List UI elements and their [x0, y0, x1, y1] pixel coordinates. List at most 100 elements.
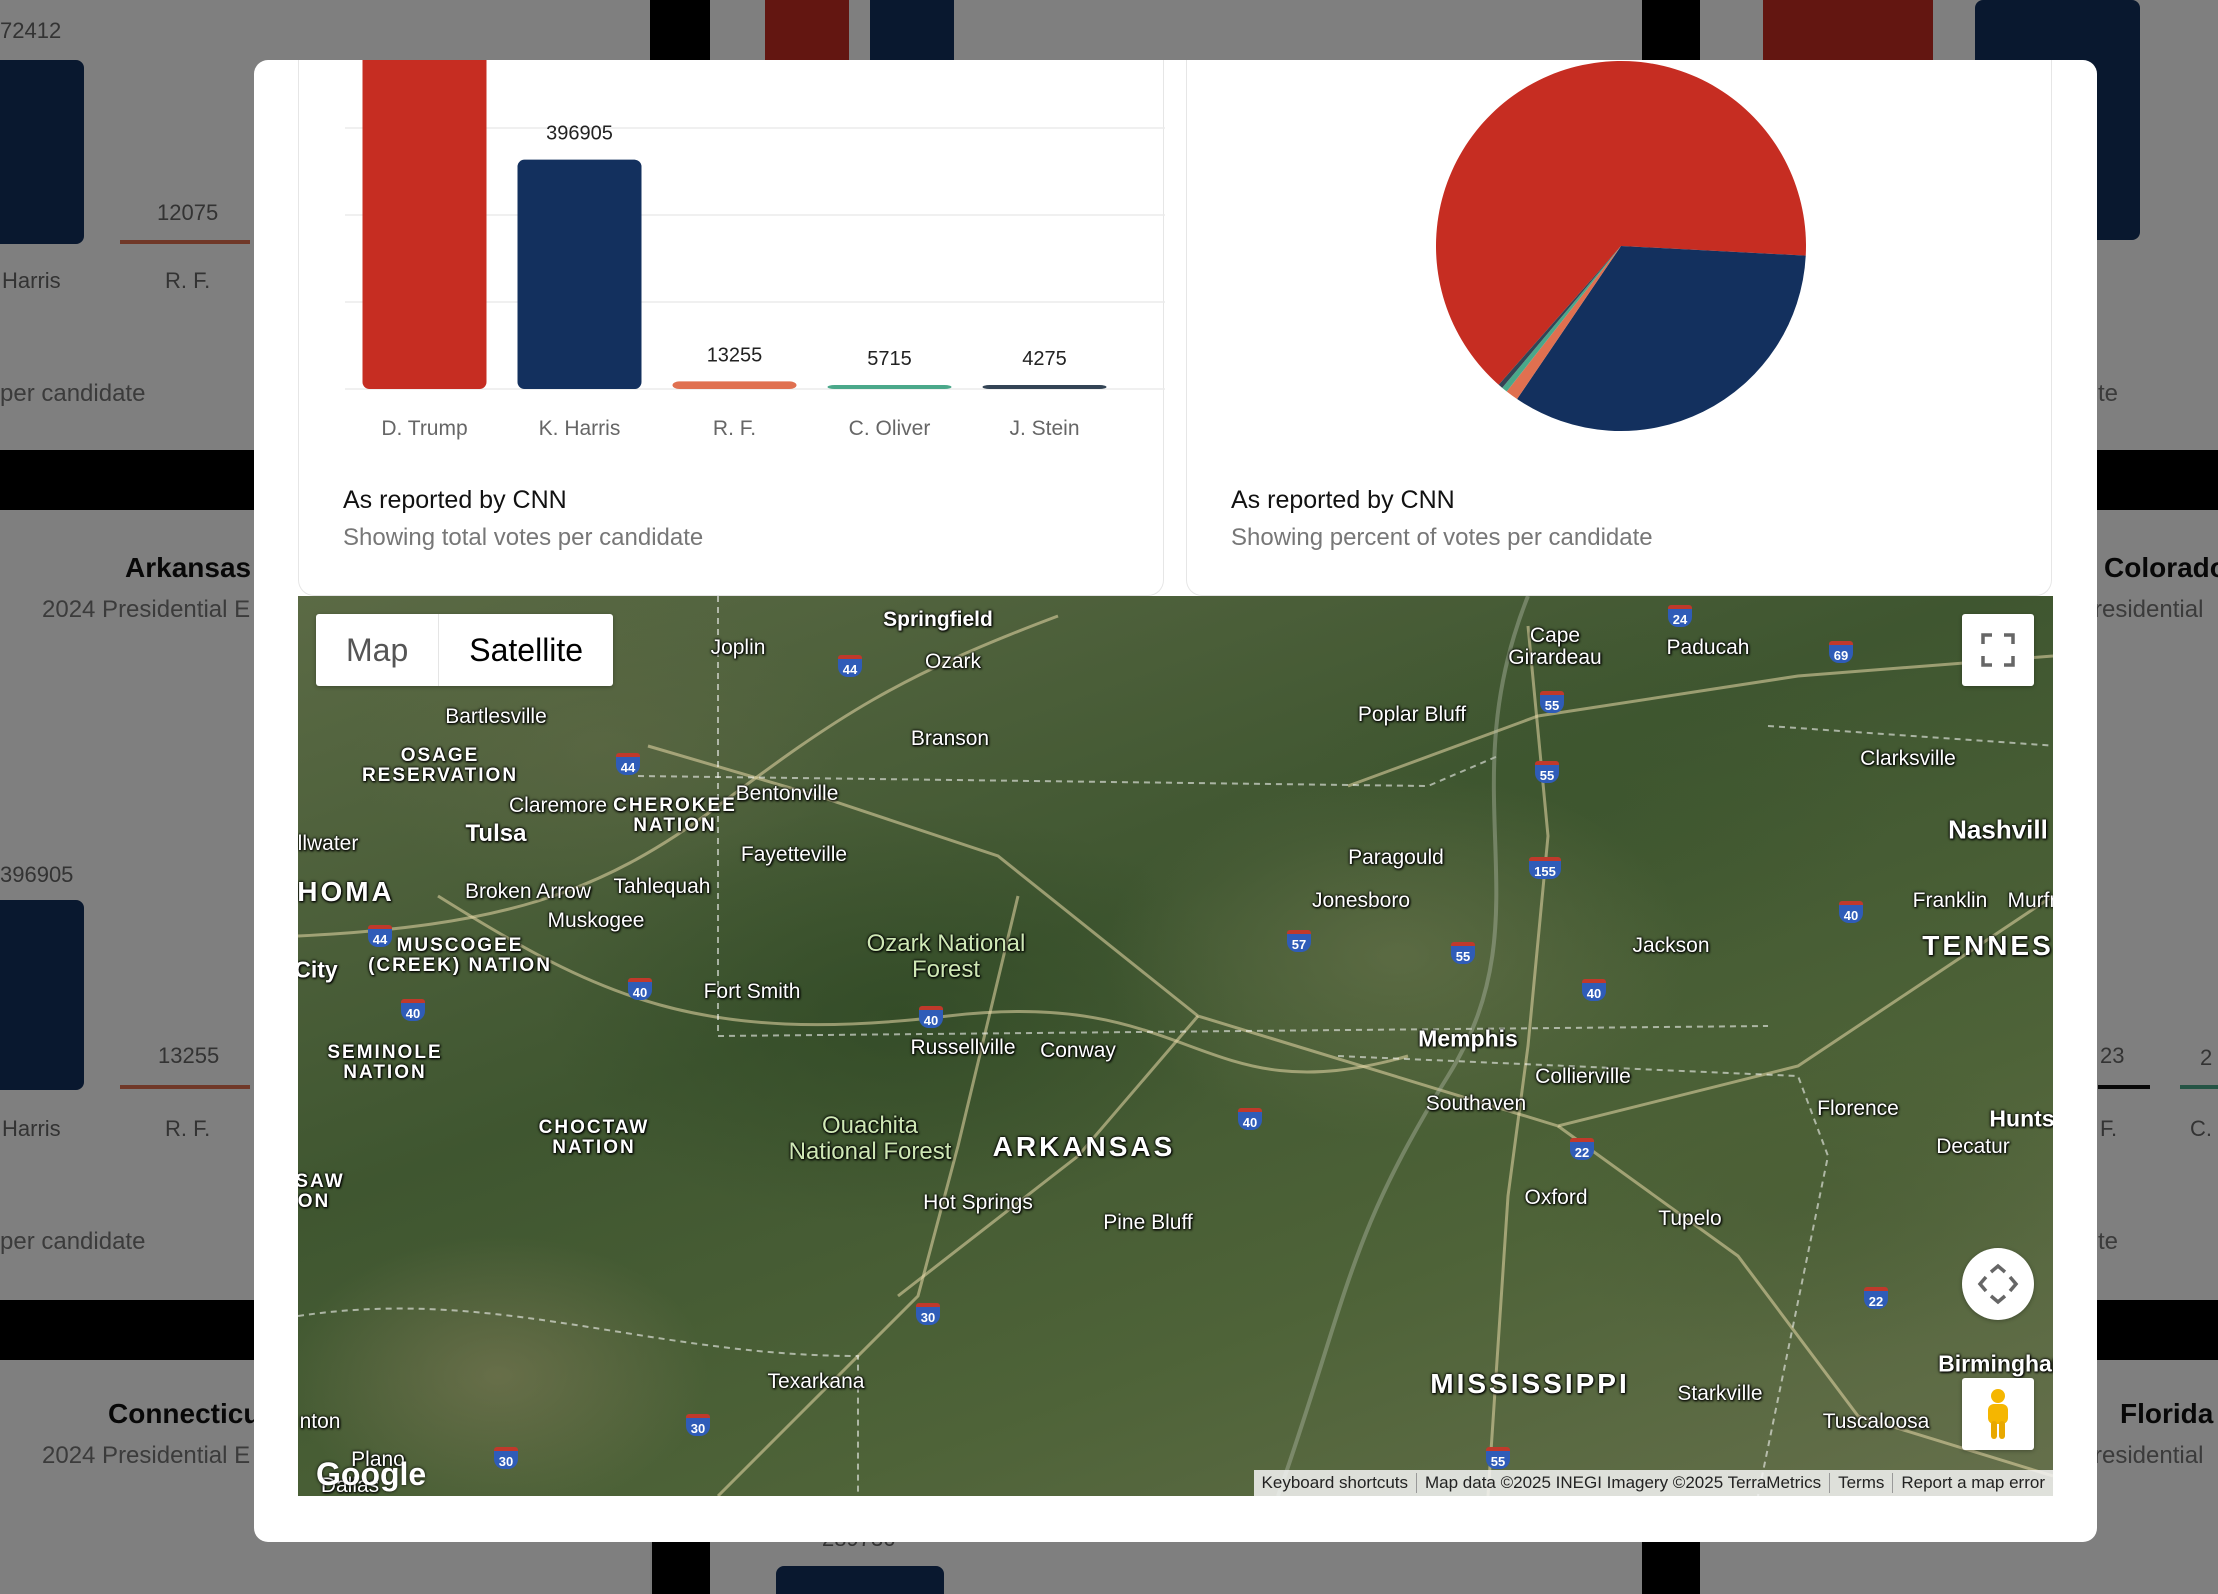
map-type-satellite-button[interactable]: Satellite — [438, 614, 613, 686]
map-place-label: Starkville — [1677, 1382, 1763, 1405]
map-place-label: Jackson — [1632, 934, 1710, 957]
map-place-label: Texarkana — [767, 1370, 865, 1393]
map-roads — [298, 596, 2053, 1496]
map-region-label: NATION — [343, 1062, 427, 1083]
bar-category-label: J. Stein — [1009, 417, 1079, 440]
map-place-label: Nashvill — [1948, 814, 2048, 845]
interstate-shield: 69 — [1829, 641, 1853, 663]
map-region-label: MUSCOGEE — [396, 935, 524, 956]
report-map-error-link[interactable]: Report a map error — [1892, 1473, 2053, 1493]
map-place-label: Decatur — [1936, 1135, 2010, 1158]
interstate-shield: 40 — [1582, 979, 1606, 1001]
state-detail-modal: D. Trump 396905 K. Harris 13255 R. F. 5715 C. … — [254, 60, 2097, 1542]
map-place-label: Russellville — [910, 1036, 1016, 1059]
bar-j-stein[interactable] — [982, 385, 1107, 389]
interstate-shield: 30 — [494, 1447, 518, 1469]
map-region-label: NATION — [633, 815, 717, 836]
map-place-label: Broken Arrow — [464, 880, 592, 903]
interstate-shield: 44 — [368, 925, 392, 947]
map-attribution-bar: Keyboard shortcuts Map data ©2025 INEGI … — [1253, 1470, 2053, 1496]
map-place-label: Joplin — [710, 636, 766, 659]
map-forest-label: Ouachita — [821, 1112, 919, 1139]
map-state-label: MISSISSIPPI — [1430, 1368, 1630, 1399]
bar-chart-note: Showing total votes per candidate — [343, 524, 704, 551]
map-type-control: Map Satellite — [316, 614, 614, 686]
map-place-label: Conway — [1040, 1039, 1116, 1062]
map-place-label: Fayetteville — [740, 843, 848, 866]
bar-category-label: C. Oliver — [849, 417, 931, 440]
map-region-label: CHOCTAW — [538, 1117, 650, 1138]
interstate-shield: 55 — [1486, 1447, 1510, 1469]
interstate-shield: 24 — [1668, 605, 1692, 627]
bar-value-label: 4275 — [1022, 348, 1067, 370]
interstate-shield: 40 — [628, 978, 652, 1000]
map-region-label: SEMINOLE — [327, 1042, 443, 1063]
bar-k-harris[interactable] — [517, 159, 642, 389]
interstate-shield: 22 — [1864, 1287, 1888, 1309]
map-place-label: Cape — [1529, 624, 1581, 647]
map-place-label: Claremore — [508, 794, 608, 817]
bar-value-label: 13255 — [707, 344, 763, 366]
map-place-label: llwater — [298, 832, 359, 855]
map-type-map-button[interactable]: Map — [316, 614, 438, 686]
map-place-label: City — [298, 956, 338, 983]
bar-value-label: 5715 — [867, 348, 912, 370]
map-place-label: Hot Springs — [923, 1191, 1033, 1214]
map-place-label: Southaven — [1425, 1092, 1527, 1115]
map-state-label: ARKANSAS — [992, 1131, 1176, 1162]
bar-c-oliver[interactable] — [827, 385, 952, 389]
bar-chart-card: D. Trump 396905 K. Harris 13255 R. F. 5715 C. … — [298, 60, 1165, 596]
interstate-shield: 55 — [1540, 691, 1564, 713]
interstate-shield: 155 — [1529, 857, 1561, 879]
map-place-label: Springfield — [883, 608, 993, 631]
map-place-label: Florence — [1817, 1097, 1899, 1120]
interstate-shield: 40 — [1238, 1108, 1262, 1130]
street-view-pegman-button[interactable] — [1962, 1378, 2034, 1450]
map-place-label: Ozark — [924, 650, 982, 673]
interstate-shield: 40 — [401, 999, 425, 1021]
bar-category-label: D. Trump — [381, 417, 467, 440]
pie-chart-note: Showing percent of votes per candidate — [1231, 524, 1653, 551]
map-region-label: CHEROKEE — [613, 795, 737, 816]
interstate-shield: 40 — [919, 1006, 943, 1028]
map-place-label: Poplar Bluff — [1357, 703, 1467, 726]
map-region-label: RESERVATION — [361, 765, 519, 786]
map-place-label: Collierville — [1535, 1065, 1631, 1088]
bar-d-trump[interactable] — [362, 60, 487, 389]
map-state-label: TENNES — [1922, 930, 2053, 961]
camera-control-button[interactable] — [1962, 1248, 2034, 1320]
map-region-label: (CREEK) NATION — [368, 955, 552, 976]
camera-control-icon — [1977, 1263, 2019, 1305]
map-place-label: Murfr — [2007, 889, 2054, 912]
votes-pie-chart — [1436, 60, 1806, 431]
bar-r-f[interactable] — [672, 381, 797, 389]
keyboard-shortcuts-link[interactable]: Keyboard shortcuts — [1254, 1473, 1416, 1493]
fullscreen-button[interactable] — [1962, 614, 2034, 686]
map-data-attribution[interactable]: Map data ©2025 INEGI Imagery ©2025 Terra… — [1416, 1473, 1829, 1493]
terms-link[interactable]: Terms — [1829, 1473, 1892, 1493]
map-region-label: SAW — [298, 1171, 345, 1192]
map-place-label: Hunts — [1989, 1105, 2053, 1132]
satellite-map[interactable]: Springfield Joplin Ozark Cape Girardeau … — [298, 596, 2053, 1496]
map-place-label: Fort Smith — [703, 980, 801, 1003]
map-forest-label: Forest — [911, 956, 981, 983]
interstate-shield: 44 — [838, 655, 862, 677]
bar-value-label: 396905 — [546, 123, 613, 145]
map-place-label: Tahlequah — [613, 875, 711, 898]
bar-chart-source: As reported by CNN — [343, 486, 567, 514]
map-place-label: Tulsa — [465, 820, 527, 847]
fullscreen-icon — [1981, 633, 2015, 667]
map-region-label: NATION — [552, 1137, 636, 1158]
interstate-shield: 55 — [1451, 942, 1475, 964]
interstate-shield: 40 — [1839, 901, 1863, 923]
map-place-label: Paducah — [1666, 636, 1750, 659]
map-state-label: HOMA — [298, 876, 395, 907]
map-place-label: Branson — [910, 727, 990, 750]
map-forest-label: Ozark National — [866, 930, 1026, 957]
pegman-icon — [1988, 1389, 2008, 1439]
pie-chart-source: As reported by CNN — [1231, 486, 1455, 514]
map-place-label: nton — [299, 1410, 341, 1433]
pie-chart-card: As reported by CNN Showing percent of vo… — [1186, 60, 2052, 596]
map-place-label: Clarksville — [1860, 747, 1956, 770]
bar-category-label: R. F. — [713, 417, 756, 440]
